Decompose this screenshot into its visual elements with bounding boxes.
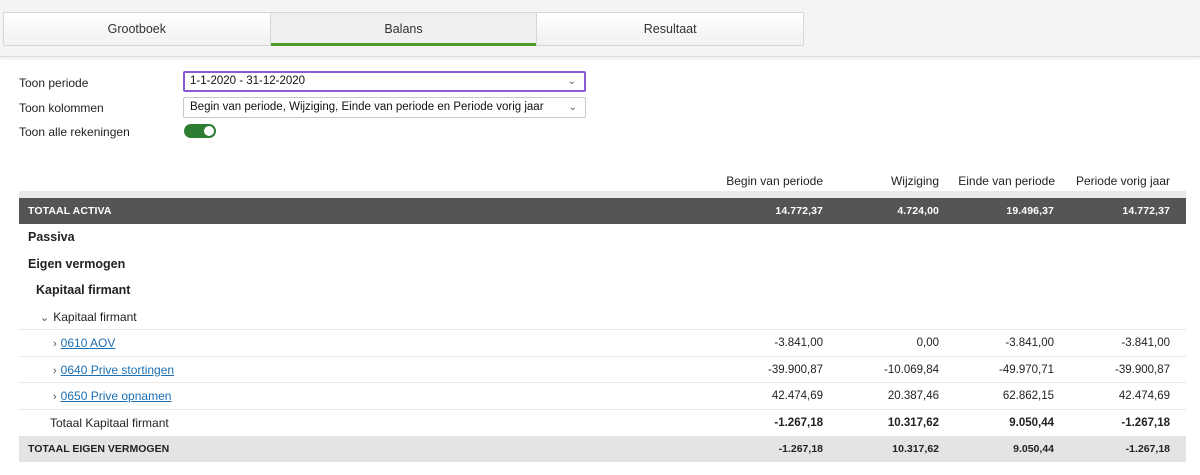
report-tabs: Grootboek Balans Resultaat — [3, 12, 804, 46]
cell-begin: -3.841,00 — [774, 337, 823, 349]
cell-wijziging: 20.387,46 — [887, 390, 939, 402]
column-header-wijziging: Wijziging — [890, 174, 939, 188]
periode-value: 1-1-2020 - 31-12-2020 — [190, 75, 306, 87]
table-row: Totaal Kapitaal firmant -1.267,18 10.317… — [19, 410, 1186, 437]
alle-rekeningen-toggle[interactable] — [184, 124, 216, 138]
cell-vorig-jaar: -1.267,18 — [1121, 416, 1170, 429]
cell-begin: -39.900,87 — [768, 363, 823, 376]
balance-table: TOTAAL ACTIVA 14.772,37 4.724,00 19.496,… — [19, 191, 1186, 462]
account-link[interactable]: 0650 Prive opnamen — [61, 389, 172, 403]
column-header-begin: Begin van periode — [726, 174, 823, 188]
table-row: TOTAAL ACTIVA 14.772,37 4.724,00 19.496,… — [19, 198, 1186, 224]
table-row: › 0640 Prive stortingen -39.900,87 -10.06… — [19, 357, 1186, 384]
tab-balans[interactable]: Balans — [270, 13, 538, 46]
cell-begin: -1.267,18 — [778, 443, 823, 455]
row-label: Kapitaal firmant — [36, 283, 131, 297]
chevron-right-icon[interactable]: › — [53, 338, 57, 350]
cell-einde: -3.841,00 — [1005, 337, 1054, 349]
row-label: › 0650 Prive opnamen — [53, 383, 171, 410]
table-row: Kapitaal firmant — [19, 277, 1186, 304]
periode-label: Toon periode — [19, 76, 89, 90]
cell-einde: 62.862,15 — [1002, 390, 1054, 402]
chevron-down-icon: ⌄ — [567, 76, 576, 87]
table-row: TOTAAL EIGEN VERMOGEN -1.267,18 10.317,6… — [19, 436, 1186, 462]
chevron-down-icon: ⌄ — [40, 311, 50, 324]
table-row: › 0650 Prive opnamen 42.474,69 20.387,46 … — [19, 383, 1186, 410]
cell-vorig-jaar: 42.474,69 — [1118, 390, 1170, 402]
row-label: TOTAAL EIGEN VERMOGEN — [28, 443, 170, 455]
chevron-down-icon: ⌄ — [568, 102, 577, 113]
cell-wijziging: 4.724,00 — [897, 205, 939, 217]
cell-vorig-jaar: -1.267,18 — [1125, 443, 1170, 455]
cell-wijziging: 10.317,62 — [892, 443, 939, 455]
account-link[interactable]: 0610 AOV — [61, 336, 116, 350]
chevron-right-icon[interactable]: › — [53, 391, 57, 403]
kolommen-label: Toon kolommen — [19, 101, 104, 115]
cell-begin: 42.474,69 — [771, 390, 823, 402]
row-label: TOTAAL ACTIVA — [28, 205, 112, 217]
row-label: › 0610 AOV — [53, 330, 115, 357]
cell-wijziging: 0,00 — [916, 337, 939, 349]
cell-vorig-jaar: 14.772,37 — [1122, 205, 1170, 217]
table-row: › 0610 AOV -3.841,00 0,00 -3.841,00 -3.84… — [19, 330, 1186, 357]
table-row[interactable]: ⌄ Kapitaal firmant — [19, 304, 1186, 331]
chevron-right-icon[interactable]: › — [53, 365, 57, 377]
row-label: Totaal Kapitaal firmant — [50, 415, 169, 430]
row-label: Kapitaal firmant — [53, 309, 137, 324]
group-toggle[interactable]: ⌄ Kapitaal firmant — [40, 304, 137, 331]
table-header-strip — [19, 191, 1186, 198]
periode-select[interactable]: 1-1-2020 - 31-12-2020 ⌄ — [183, 71, 586, 92]
table-row: Eigen vermogen — [19, 251, 1186, 278]
cell-vorig-jaar: -3.841,00 — [1121, 337, 1170, 349]
cell-vorig-jaar: -39.900,87 — [1115, 363, 1170, 376]
row-label: Passiva — [28, 230, 75, 244]
toggle-knob — [204, 126, 214, 136]
alle-rekeningen-label: Toon alle rekeningen — [19, 125, 130, 139]
cell-wijziging: 10.317,62 — [887, 416, 939, 429]
cell-einde: 9.050,44 — [1009, 416, 1054, 429]
cell-einde: -49.970,71 — [999, 363, 1054, 376]
top-tab-bar: Grootboek Balans Resultaat — [0, 0, 1200, 57]
cell-begin: -1.267,18 — [774, 416, 823, 429]
kolommen-select[interactable]: Begin van periode, Wijziging, Einde van … — [183, 97, 586, 118]
cell-einde: 19.496,37 — [1006, 205, 1054, 217]
column-header-einde: Einde van periode — [958, 174, 1055, 188]
tab-resultaat[interactable]: Resultaat — [537, 13, 804, 45]
table-row: Passiva — [19, 224, 1186, 251]
kolommen-value: Begin van periode, Wijziging, Einde van … — [190, 101, 544, 113]
cell-begin: 14.772,37 — [775, 205, 823, 217]
cell-einde: 9.050,44 — [1013, 443, 1054, 455]
tab-grootboek[interactable]: Grootboek — [4, 13, 271, 45]
row-label: Eigen vermogen — [28, 256, 126, 271]
row-label: › 0640 Prive stortingen — [53, 357, 174, 384]
account-link[interactable]: 0640 Prive stortingen — [61, 363, 174, 377]
column-header-vorig-jaar: Periode vorig jaar — [1075, 174, 1170, 188]
cell-wijziging: -10.069,84 — [884, 363, 939, 376]
